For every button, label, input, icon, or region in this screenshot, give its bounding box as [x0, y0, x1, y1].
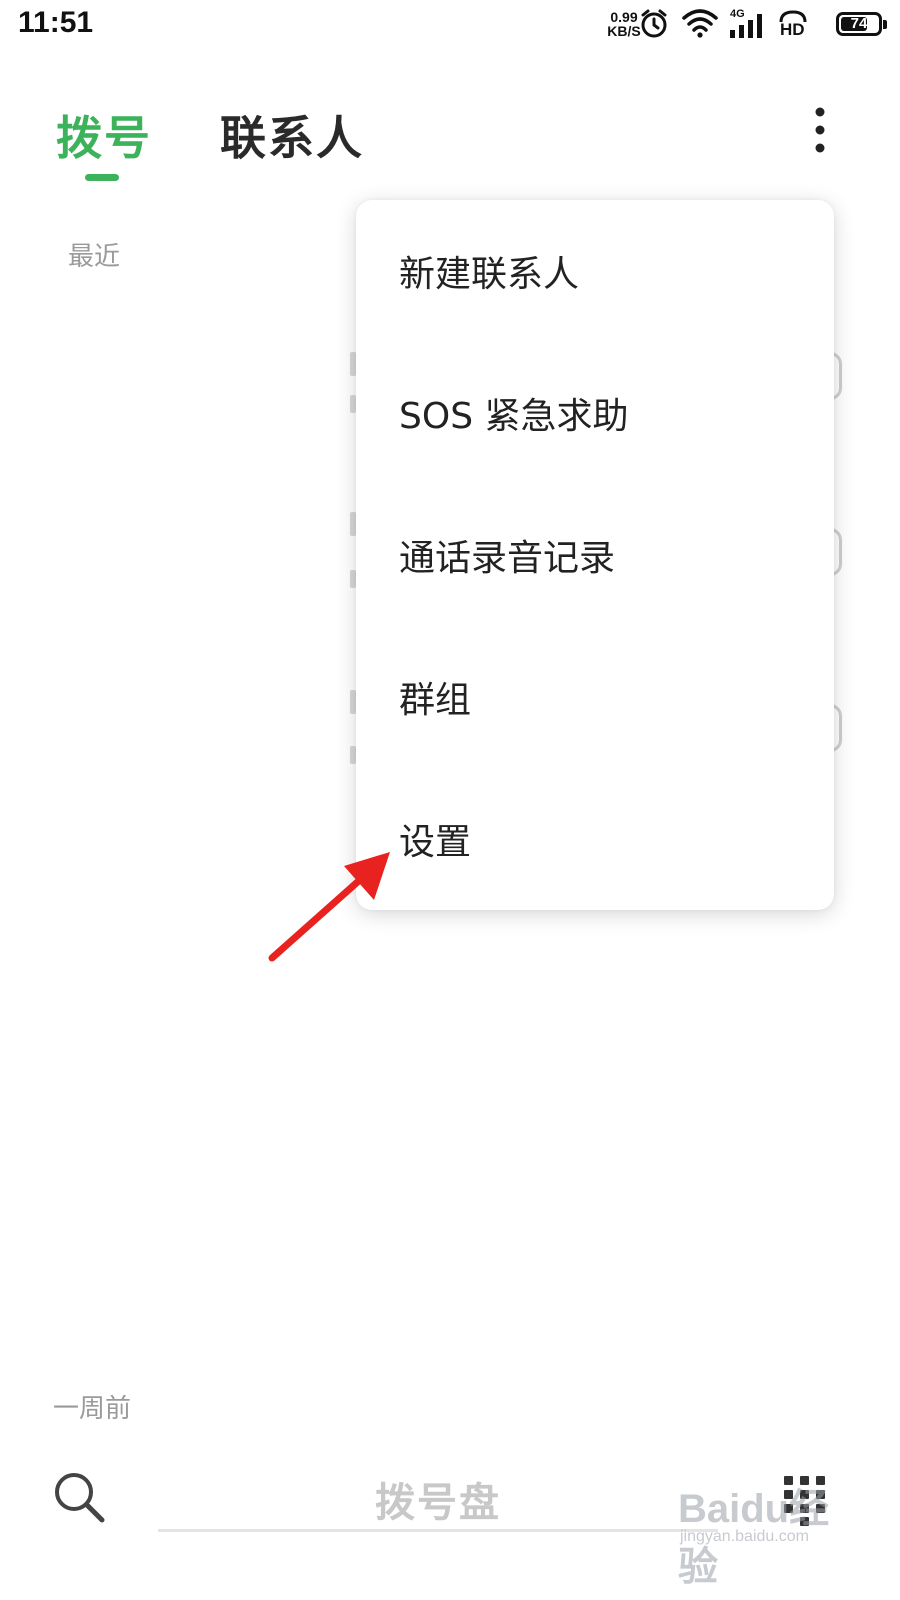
menu-item-settings[interactable]: 设置 — [356, 768, 834, 910]
battery-icon: 74 — [836, 12, 887, 36]
battery-level: 74 — [850, 15, 868, 32]
tab-contacts[interactable]: 联系人 — [220, 102, 364, 168]
hd-label: HD — [780, 20, 805, 39]
overflow-menu: 新建联系人 SOS 紧急求助 通话录音记录 群组 设置 — [356, 200, 834, 910]
dialer-screen: 11:51 0.99 KB/S 4G HD 74 拨号 联系人 最近 新建联系人… — [0, 0, 900, 1600]
tab-dial[interactable]: 拨号 — [56, 102, 152, 168]
alarm-icon — [641, 9, 667, 38]
menu-item-sos[interactable]: SOS 紧急求助 — [356, 342, 834, 484]
section-label-recent: 最近 — [68, 242, 121, 272]
baidu-watermark: Baidu经验 jingyan.baidu.com — [678, 1476, 838, 1589]
watermark-url: jingyan.baidu.com — [680, 1528, 809, 1545]
annotation-arrow-icon — [268, 852, 390, 962]
status-time: 11:51 — [18, 6, 94, 39]
search-icon[interactable] — [52, 1470, 106, 1524]
dialpad-label: 拨号盘 — [375, 1480, 501, 1526]
menu-item-new-contact[interactable]: 新建联系人 — [356, 200, 834, 342]
section-label-week-ago: 一周前 — [53, 1394, 132, 1424]
status-bar: 11:51 0.99 KB/S 4G HD 74 — [0, 0, 900, 52]
wifi-icon — [682, 9, 718, 38]
active-tab-indicator — [85, 174, 119, 181]
menu-item-call-recordings[interactable]: 通话录音记录 — [356, 484, 834, 626]
signal-icon — [730, 14, 762, 38]
more-options-icon[interactable] — [810, 106, 830, 154]
dialpad-button[interactable]: 拨号盘 — [158, 1462, 718, 1532]
menu-item-groups[interactable]: 群组 — [356, 626, 834, 768]
